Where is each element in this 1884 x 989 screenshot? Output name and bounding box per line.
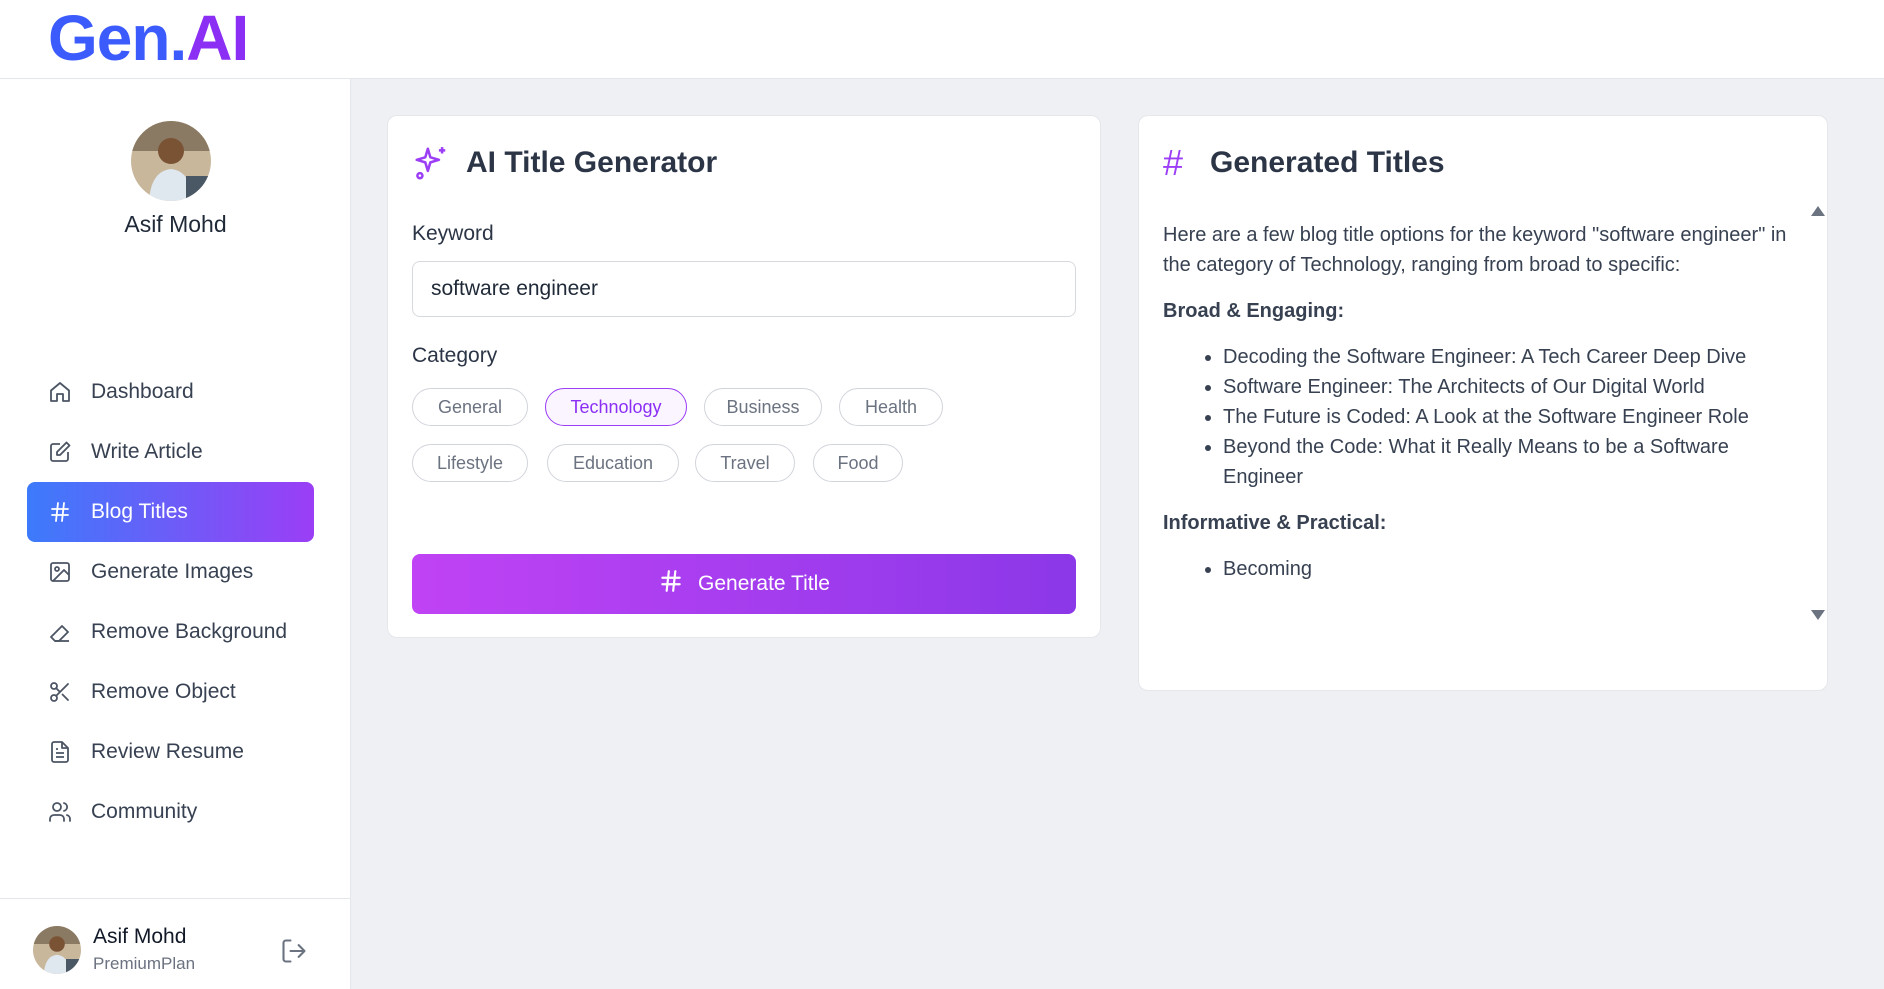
chip-label: Health [864, 396, 918, 417]
sidebar-item-label: Review Resume [91, 740, 244, 763]
file-text-icon [46, 738, 74, 766]
sidebar-item-label: Remove Background [91, 620, 288, 643]
category-label: Category [412, 344, 498, 367]
users-icon [46, 798, 74, 826]
keyword-label: Keyword [412, 222, 494, 245]
sidebar-item-review-resume[interactable]: Review Resume [27, 722, 314, 782]
scissors-icon [46, 678, 74, 706]
chip-label: Travel [720, 452, 770, 473]
category-chip-lifestyle[interactable]: Lifestyle [412, 444, 528, 482]
logout-icon[interactable] [280, 937, 308, 965]
user-avatar[interactable] [33, 926, 81, 974]
section-heading: Informative & Practical: [1163, 512, 1387, 534]
chip-label: Lifestyle [436, 452, 504, 473]
sidebar-item-label: Blog Titles [91, 500, 188, 523]
chip-label: Technology [570, 396, 662, 417]
sidebar-item-remove-object[interactable]: Remove Object [27, 662, 314, 722]
sidebar-item-write-article[interactable]: Write Article [27, 422, 314, 482]
list-item: Decoding the Software Engineer: A Tech C… [1223, 342, 1797, 372]
category-chip-technology[interactable]: Technology [545, 388, 687, 426]
title-list: Becoming [1223, 554, 1797, 584]
sidebar-item-label: Remove Object [91, 680, 236, 703]
category-chip-food[interactable]: Food [813, 444, 903, 482]
category-chip-travel[interactable]: Travel [695, 444, 795, 482]
sidebar-item-dashboard[interactable]: Dashboard [27, 362, 314, 422]
footer-user-plan: PremiumPlan [93, 954, 196, 973]
hash-icon [46, 498, 74, 526]
chip-label: General [437, 396, 503, 417]
category-chip-health[interactable]: Health [839, 388, 943, 426]
category-chip-general[interactable]: General [412, 388, 528, 426]
sidebar: Asif Mohd Dashboard Write Article Blog T… [0, 79, 351, 989]
keyword-input-value: software engineer [431, 277, 598, 300]
sidebar-item-label: Dashboard [91, 380, 194, 403]
footer-user-name: Asif Mohd [93, 925, 187, 948]
generated-titles-card: # Generated Titles Here are a few blog t… [1138, 115, 1828, 691]
sidebar-item-label: Community [91, 800, 198, 823]
sidebar-footer: Asif Mohd PremiumPlan [0, 898, 351, 989]
generator-title: AI Title Generator [466, 146, 718, 179]
list-item: Software Engineer: The Architects of Our… [1223, 372, 1797, 402]
logo-ai-text: AI [186, 2, 249, 74]
image-icon [46, 558, 74, 586]
chip-label: Food [837, 452, 879, 473]
chip-label: Business [726, 396, 800, 417]
sidebar-item-blog-titles[interactable]: Blog Titles [27, 482, 314, 542]
scrollbar[interactable] [1806, 224, 1830, 604]
category-chip-education[interactable]: Education [547, 444, 679, 482]
app-logo[interactable]: Gen.AI [48, 2, 249, 74]
logo-gen-text: Gen. [48, 2, 187, 74]
results-title: Generated Titles [1210, 146, 1445, 179]
sidebar-item-remove-background[interactable]: Remove Background [27, 602, 314, 662]
generate-title-label: Generate Title [698, 572, 830, 595]
home-icon [46, 378, 74, 406]
sidebar-item-label: Generate Images [91, 560, 254, 583]
profile-name: Asif Mohd [124, 211, 227, 237]
results-intro: Here are a few blog title options for th… [1163, 224, 1787, 276]
list-item: The Future is Coded: A Look at the Softw… [1223, 402, 1797, 432]
sparkles-icon [412, 144, 450, 182]
title-generator-card: AI Title Generator Keyword software engi… [387, 115, 1101, 638]
hash-icon: # [1163, 142, 1184, 183]
sidebar-item-generate-images[interactable]: Generate Images [27, 542, 314, 602]
edit-icon [46, 438, 74, 466]
section-heading: Broad & Engaging: [1163, 300, 1345, 322]
category-chip-business[interactable]: Business [704, 388, 822, 426]
top-bar: Gen.AI [0, 0, 1884, 79]
chip-label: Education [572, 452, 654, 473]
list-item: Becoming [1223, 554, 1797, 584]
keyword-input[interactable]: software engineer [412, 261, 1076, 317]
sidebar-item-label: Write Article [91, 440, 203, 463]
results-content: Here are a few blog title options for th… [1163, 220, 1797, 640]
hash-icon [658, 568, 684, 600]
generate-title-button[interactable]: Generate Title [412, 554, 1076, 614]
profile-avatar [131, 121, 211, 201]
list-item: Beyond the Code: What it Really Means to… [1223, 432, 1797, 492]
eraser-icon [46, 618, 74, 646]
sidebar-item-community[interactable]: Community [27, 782, 314, 842]
scroll-up-arrow-icon[interactable] [1811, 206, 1825, 216]
title-list: Decoding the Software Engineer: A Tech C… [1223, 342, 1797, 492]
scroll-down-arrow-icon[interactable] [1811, 610, 1825, 620]
